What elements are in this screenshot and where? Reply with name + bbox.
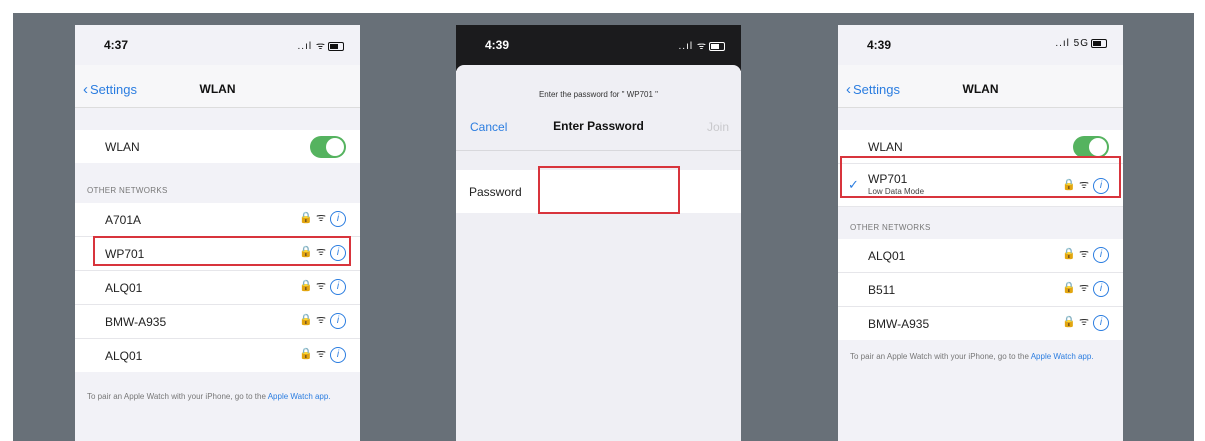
network-row[interactable]: ALQ01 🔒 ᯤi — [838, 239, 1123, 273]
password-prompt: Enter the password for " WP701 " — [538, 90, 659, 99]
signal-wifi-icon: ..ıl ᯤ — [678, 41, 707, 52]
lock-icon: 🔒 — [299, 280, 313, 292]
status-time: 4:39 — [485, 38, 510, 52]
network-row[interactable]: BMW-A935 🔒 ᯤi — [838, 307, 1123, 340]
footer-note: To pair an Apple Watch with your iPhone,… — [87, 391, 349, 402]
info-icon[interactable]: i — [330, 211, 346, 227]
network-name: ALQ01 — [105, 281, 143, 295]
wifi-icon: ᯤ — [1078, 282, 1089, 294]
password-label: Password — [469, 185, 522, 199]
info-icon[interactable]: i — [330, 279, 346, 295]
lock-icon: 🔒 — [299, 212, 313, 224]
highlight-box-connected — [840, 156, 1121, 198]
network-row[interactable]: ALQ01 🔒 ᯤi — [75, 339, 360, 372]
network-row[interactable]: A701A 🔒 ᯤi — [75, 203, 360, 237]
info-icon[interactable]: i — [1093, 315, 1109, 331]
footer-text: To pair an Apple Watch with your iPhone,… — [87, 392, 268, 401]
network-row[interactable]: B511 🔒 ᯤi — [838, 273, 1123, 307]
wifi-icon: ᯤ — [315, 348, 326, 360]
lock-icon: 🔒 — [1062, 282, 1076, 294]
info-icon[interactable]: i — [1093, 247, 1109, 263]
wifi-icon: ᯤ — [315, 212, 326, 224]
phone-screen-wlan-connected: 4:39 ..ıl 5G ‹ Settings WLAN WLAN ✓ WP701… — [838, 25, 1123, 441]
wifi-icon: ᯤ — [1078, 316, 1089, 328]
network-name: BMW-A935 — [105, 315, 167, 329]
wlan-label: WLAN — [105, 140, 140, 154]
network-list: ALQ01 🔒 ᯤi B511 🔒 ᯤi BMW-A935 🔒 ᯤi — [838, 239, 1123, 340]
navigation-bar: ‹ Settings WLAN — [75, 65, 360, 108]
status-icons: ..ıl 5G — [1055, 38, 1107, 49]
wlan-toggle[interactable] — [310, 136, 346, 158]
password-sheet: Enter the password for " WP701 " Cancel … — [456, 65, 741, 441]
phone-screen-enter-password: 4:39 ..ıl ᯤ Enter the password for " WP7… — [456, 25, 741, 441]
lock-icon: 🔒 — [1062, 248, 1076, 260]
apple-watch-app-link[interactable]: Apple Watch app. — [268, 392, 331, 401]
page-title: WLAN — [962, 82, 999, 96]
network-name: ALQ01 — [105, 349, 143, 363]
network-name: ALQ01 — [868, 249, 906, 263]
status-icons: ..ıl ᯤ — [679, 38, 725, 52]
highlight-box-password — [538, 166, 680, 214]
wifi-icon: ᯤ — [315, 280, 326, 292]
lock-icon: 🔒 — [299, 348, 313, 360]
network-name: BMW-A935 — [868, 317, 930, 331]
status-time: 4:39 — [867, 38, 892, 52]
battery-icon — [1091, 38, 1107, 48]
wlan-toggle-group: WLAN — [75, 130, 360, 163]
network-row[interactable]: BMW-A935 🔒 ᯤi — [75, 305, 360, 339]
section-header-other-networks: OTHER NETWORKS — [87, 186, 168, 195]
page-title: WLAN — [199, 82, 236, 96]
info-icon[interactable]: i — [1093, 281, 1109, 297]
footer-text: To pair an Apple Watch with your iPhone,… — [850, 352, 1031, 361]
status-bar: 4:39 ..ıl 5G — [838, 25, 1123, 65]
signal-wifi-icon: ..ıl ᯤ — [297, 41, 326, 52]
info-icon[interactable]: i — [330, 347, 346, 363]
highlight-box-wp701 — [93, 236, 351, 266]
section-header-other-networks: OTHER NETWORKS — [850, 223, 931, 232]
footer-note: To pair an Apple Watch with your iPhone,… — [850, 351, 1112, 362]
network-name: B511 — [868, 283, 896, 297]
network-list: A701A 🔒 ᯤi WP701 🔒 ᯤi ALQ01 🔒 ᯤi BMW-A93… — [75, 203, 360, 372]
status-icons: ..ıl ᯤ — [298, 38, 344, 52]
status-time: 4:37 — [104, 38, 129, 52]
divider — [456, 150, 741, 151]
info-icon[interactable]: i — [330, 313, 346, 329]
wlan-label: WLAN — [868, 140, 903, 154]
network-row[interactable]: ALQ01 🔒 ᯤi — [75, 271, 360, 305]
battery-icon — [328, 41, 344, 51]
sheet-title: Enter Password — [553, 119, 644, 133]
network-name: A701A — [105, 213, 142, 227]
wifi-icon: ᯤ — [315, 314, 326, 326]
navigation-bar: ‹ Settings WLAN — [838, 65, 1123, 108]
lock-icon: 🔒 — [299, 314, 313, 326]
apple-watch-app-link[interactable]: Apple Watch app. — [1031, 352, 1094, 361]
battery-icon — [709, 41, 725, 51]
wlan-toggle-row: WLAN — [75, 130, 360, 163]
lock-icon: 🔒 — [1062, 316, 1076, 328]
signal-5g-icon: ..ıl 5G — [1055, 38, 1089, 49]
screenshot-frame: 4:37 ..ıl ᯤ ‹ Settings WLAN WLAN OTHER NE… — [13, 13, 1194, 441]
join-button[interactable]: Join — [707, 120, 729, 134]
wifi-icon: ᯤ — [1078, 248, 1089, 260]
status-bar: 4:37 ..ıl ᯤ — [75, 25, 360, 65]
phone-screen-wlan-list: 4:37 ..ıl ᯤ ‹ Settings WLAN WLAN OTHER NE… — [75, 25, 360, 441]
wlan-toggle[interactable] — [1073, 136, 1109, 158]
